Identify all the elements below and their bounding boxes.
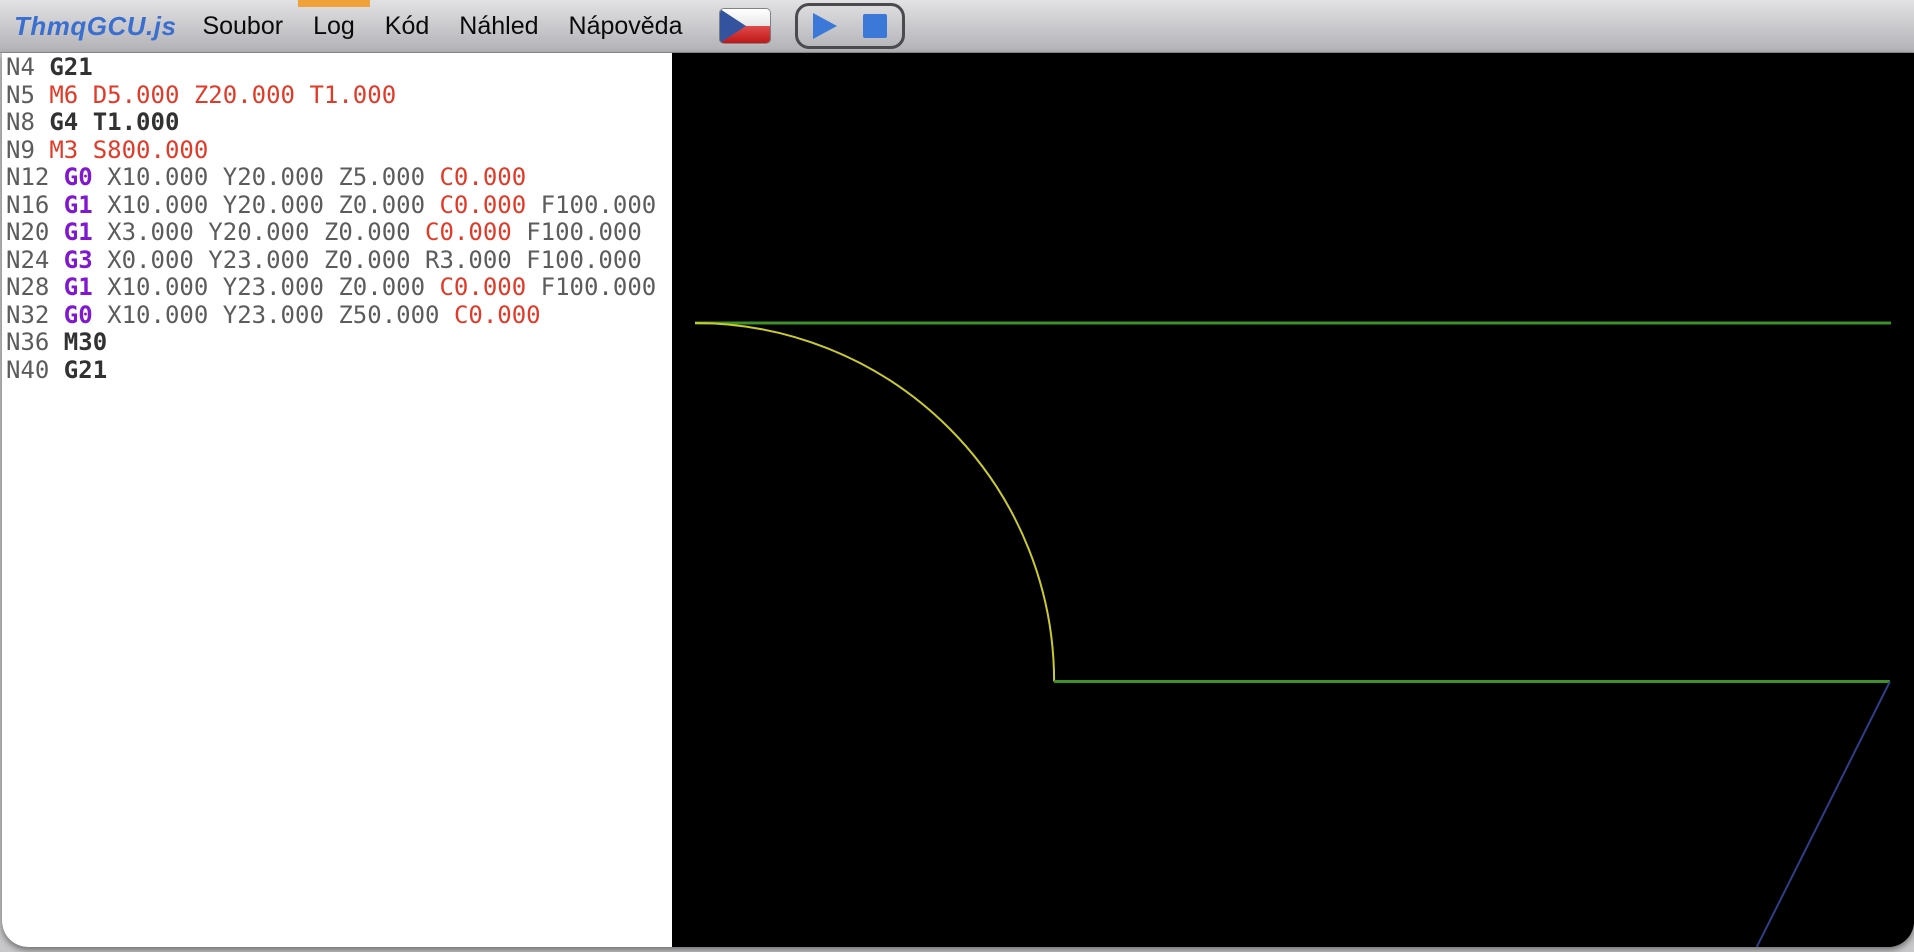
menu-item-kd[interactable]: Kód xyxy=(370,0,444,52)
log-line: N5 M6 D5.000 Z20.000 T1.000 xyxy=(6,80,397,109)
toolpath-preview-canvas[interactable] xyxy=(672,53,1914,947)
play-icon xyxy=(812,13,837,39)
log-line: N16 G1 X10.000 Y20.000 Z0.000 C0.000 F10… xyxy=(6,190,657,219)
menu-items: Soubor Log Kód Náhled Nápověda xyxy=(187,0,697,52)
log-line: N40 G21 xyxy=(6,355,108,384)
gcode-log-panel[interactable]: N4 G21 N5 M6 D5.000 Z20.000 T1.000 N8 G4 T… xyxy=(2,53,672,947)
toolpath-segment-arc-ccw xyxy=(695,322,1056,682)
log-line: N32 G0 X10.000 Y23.000 Z50.000 C0.000 xyxy=(6,300,541,329)
menu-item-soubor[interactable]: Soubor xyxy=(187,0,298,52)
menu-item-log[interactable]: Log xyxy=(298,0,370,52)
log-line: N36 M30 xyxy=(6,328,108,356)
main-window: N4 G21 N5 M6 D5.000 Z20.000 T1.000 N8 G4 T… xyxy=(2,53,1914,947)
toolpath-svg xyxy=(695,321,1891,947)
log-line: N4 G21 xyxy=(6,53,93,81)
log-line: N9 M3 S800.000 xyxy=(6,135,209,164)
play-button[interactable] xyxy=(812,13,837,39)
log-line: N20 G1 X3.000 Y20.000 Z0.000 C0.000 F100… xyxy=(6,218,642,246)
menu-item-npovda[interactable]: Nápověda xyxy=(554,0,698,52)
flag-blue-triangle xyxy=(719,9,746,43)
czech-flag-icon[interactable] xyxy=(719,9,770,43)
log-line: N8 G4 T1.000 xyxy=(6,108,180,136)
stop-icon xyxy=(862,14,887,38)
stop-button[interactable] xyxy=(862,14,887,38)
toolpath-segment-rapid-line xyxy=(1755,681,1891,947)
menubar: ThmqGCU.js Soubor Log Kód Náhled Nápověda xyxy=(0,0,1914,53)
playback-controls xyxy=(794,3,905,49)
log-line: N12 G0 X10.000 Y20.000 Z5.000 C0.000 xyxy=(6,163,527,191)
menu-item-nhled[interactable]: Náhled xyxy=(444,0,553,52)
app-title: ThmqGCU.js xyxy=(14,10,177,41)
log-line: N28 G1 X10.000 Y23.000 Z0.000 C0.000 F10… xyxy=(6,273,657,301)
log-line: N24 G3 X0.000 Y23.000 Z0.000 R3.000 F100… xyxy=(6,245,642,274)
